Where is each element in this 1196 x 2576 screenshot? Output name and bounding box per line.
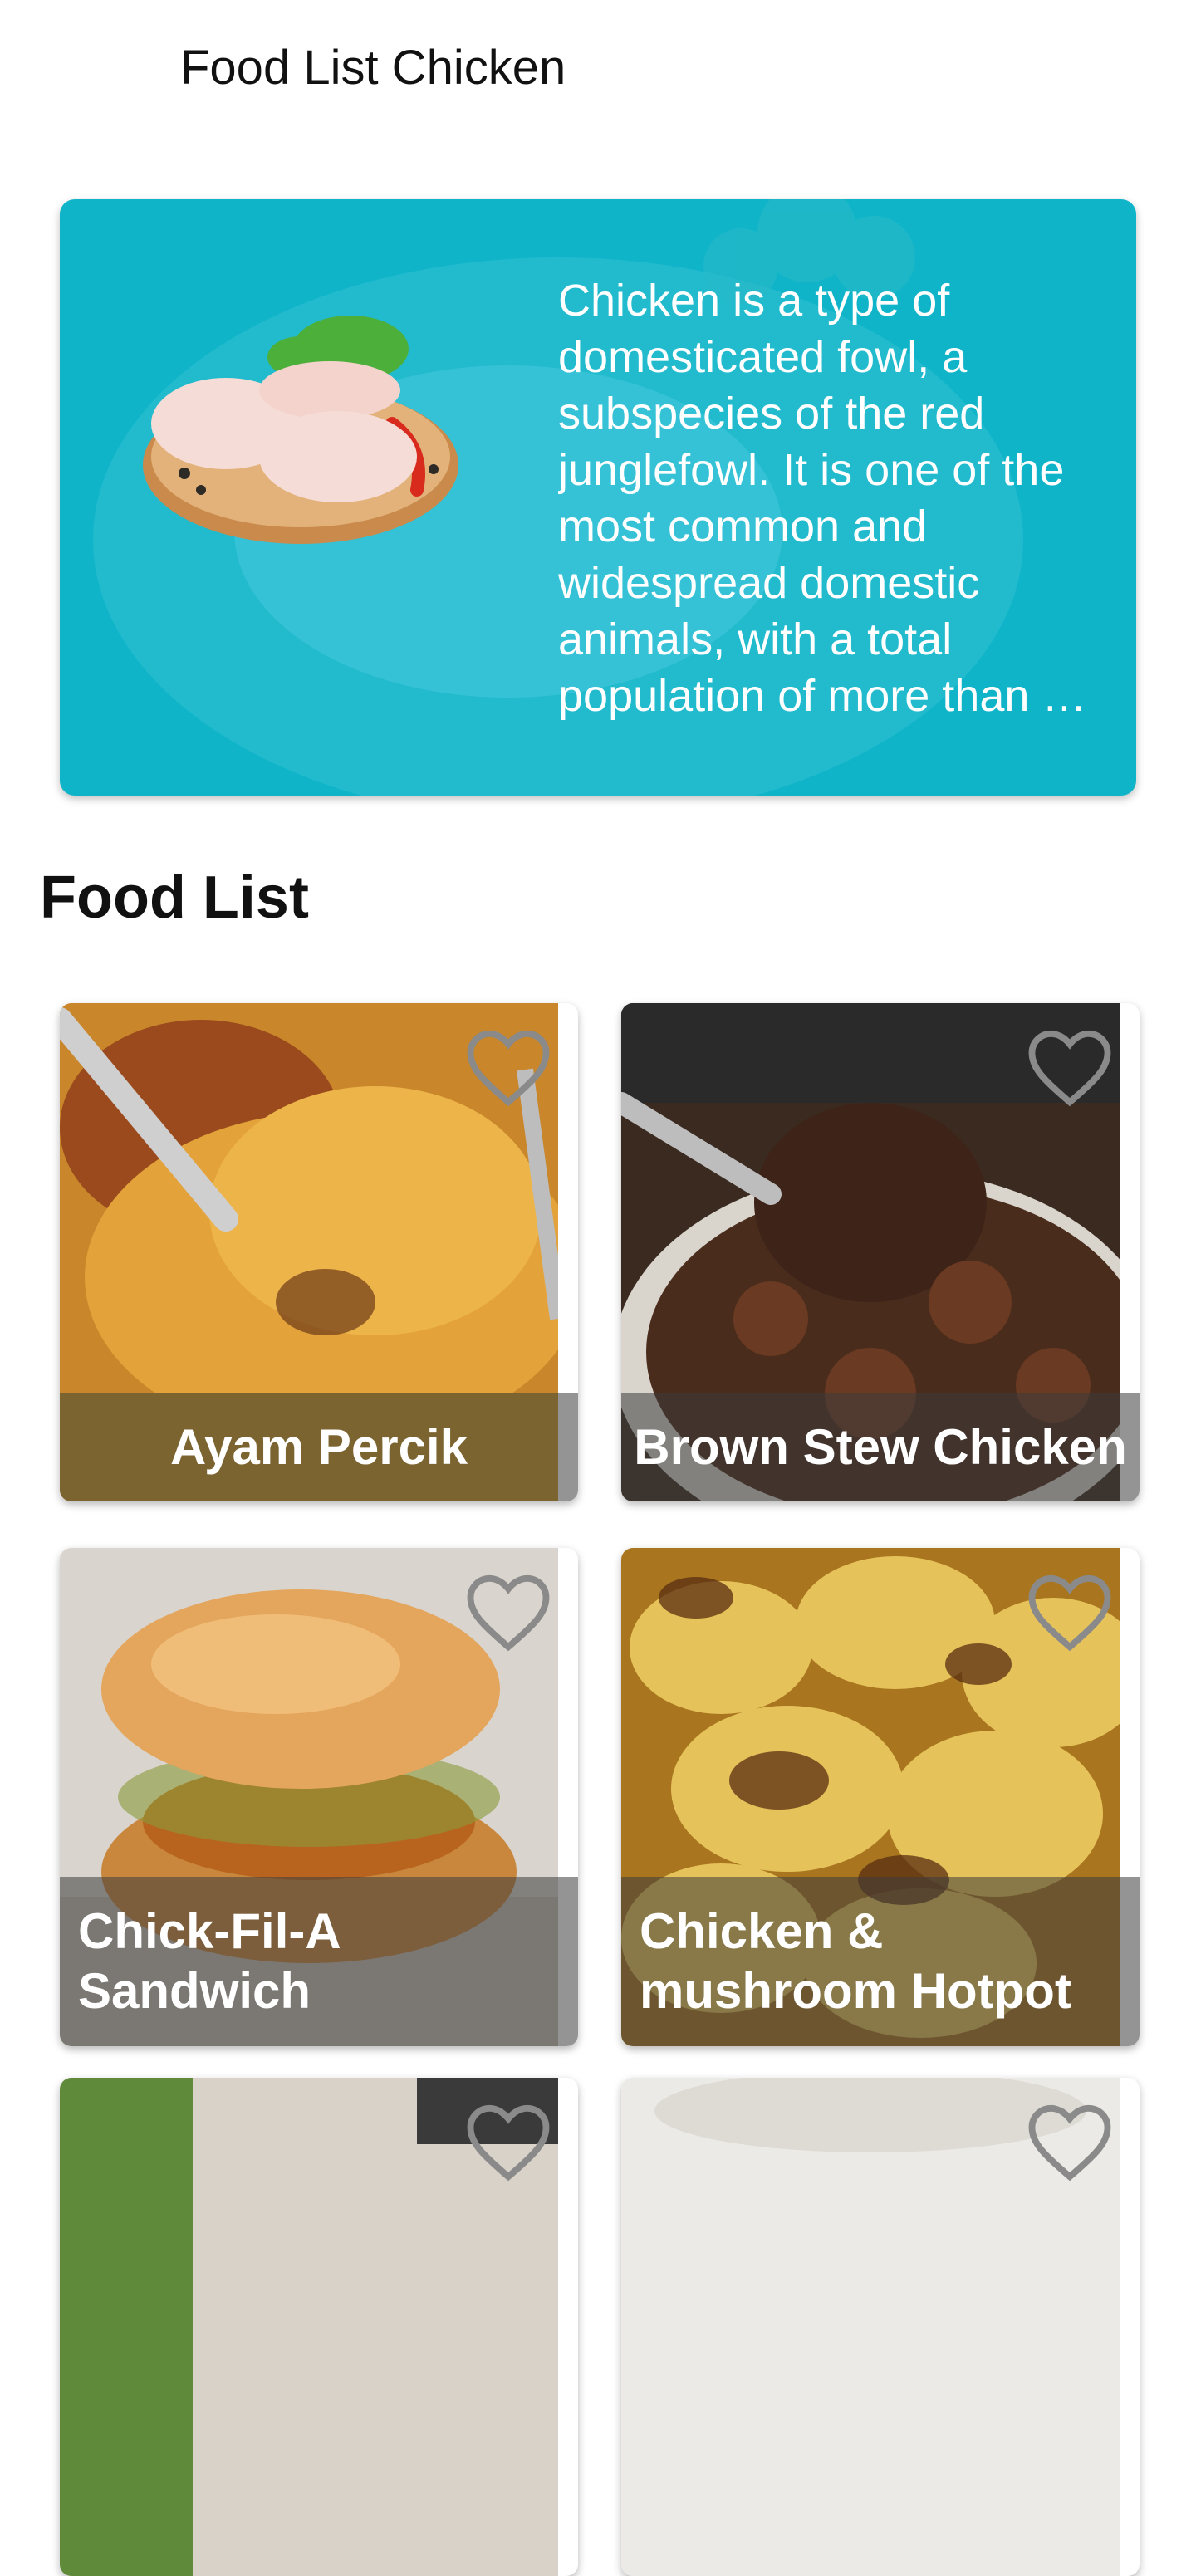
food-name: Chicken & mushroom Hotpot — [640, 1903, 1071, 2019]
food-card[interactable]: Brown Stew Chicken — [621, 1003, 1140, 1501]
food-name: Ayam Percik — [169, 1419, 468, 1475]
food-name: Brown Stew Chicken — [634, 1419, 1127, 1475]
chicken-info-card[interactable]: Chicken is a type of domesticated fowl, … — [60, 199, 1136, 796]
food-name-overlay: Chicken & mushroom Hotpot — [621, 1877, 1140, 2046]
heart-outline-icon[interactable] — [1027, 1573, 1113, 1653]
food-name: Chick-Fil-A Sandwich — [78, 1903, 340, 2019]
food-card[interactable] — [621, 2078, 1140, 2576]
food-card[interactable]: Ayam Percik — [60, 1003, 578, 1501]
heart-outline-icon[interactable] — [1027, 2103, 1113, 2182]
heart-outline-icon[interactable] — [465, 1573, 551, 1653]
food-card[interactable]: Chick-Fil-A Sandwich — [60, 1548, 578, 2046]
heart-outline-icon[interactable] — [1027, 1028, 1113, 1108]
heart-outline-icon[interactable] — [465, 1028, 551, 1108]
food-card[interactable]: Chicken & mushroom Hotpot — [621, 1548, 1140, 2046]
food-name-overlay: Ayam Percik — [60, 1393, 578, 1501]
chicken-description: Chicken is a type of domesticated fowl, … — [558, 276, 1087, 721]
app-title: Food List Chicken — [180, 41, 566, 95]
food-name-overlay: Chick-Fil-A Sandwich — [60, 1877, 578, 2046]
food-card[interactable] — [60, 2078, 578, 2576]
section-title: Food List — [40, 864, 309, 931]
heart-outline-icon[interactable] — [465, 2103, 551, 2182]
raw-chicken-image — [143, 316, 458, 544]
food-name-overlay: Brown Stew Chicken — [621, 1393, 1140, 1501]
